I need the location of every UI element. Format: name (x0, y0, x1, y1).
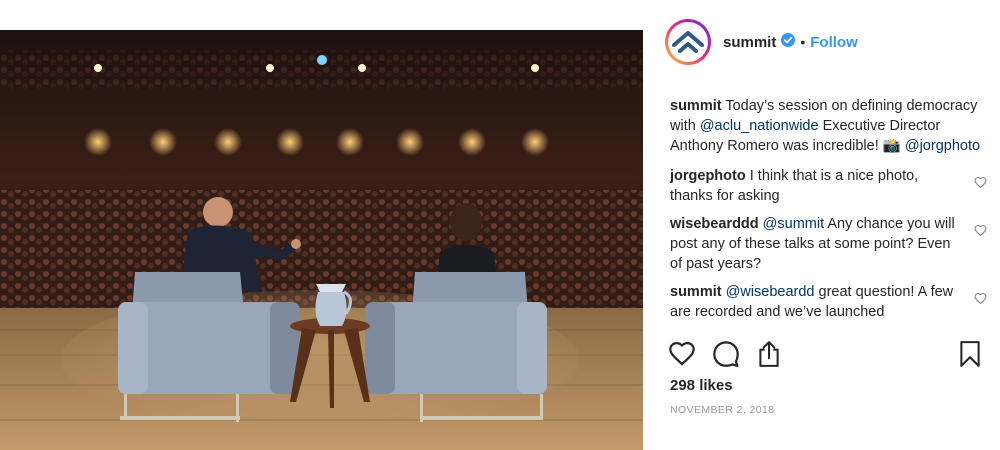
comment-item: summit @wisebeardd great question! A few… (670, 282, 987, 322)
caption-username[interactable]: summit (670, 98, 722, 114)
comment-like-heart-icon[interactable] (974, 290, 987, 310)
follow-button[interactable]: Follow (810, 34, 858, 51)
comment-item: jorgephoto I think that is a nice photo,… (670, 166, 987, 206)
post-photo[interactable] (0, 30, 643, 450)
verified-badge-icon (781, 32, 796, 52)
comment-username[interactable]: jorgephoto (670, 168, 746, 184)
comment-username[interactable]: summit (670, 284, 722, 300)
post-caption: summit Today’s session on defining democ… (670, 96, 985, 156)
likes-count[interactable]: 298 likes (670, 377, 733, 394)
avatar[interactable] (665, 19, 711, 65)
heart-icon[interactable] (668, 340, 696, 371)
post-date: NOVEMBER 2, 2018 (670, 404, 775, 416)
bookmark-icon[interactable] (959, 340, 981, 373)
comment-like-heart-icon[interactable] (974, 222, 987, 242)
post-side-panel: summit • Follow summit Today’s session o… (643, 0, 1000, 450)
comment-username[interactable]: wisebearddd (670, 216, 759, 232)
post-actions (668, 340, 988, 372)
post-header: summit • Follow (665, 14, 858, 70)
share-icon[interactable] (756, 340, 782, 373)
caption-mention-jorgphoto[interactable]: @jorgphoto (905, 138, 980, 154)
stage-photo-image (0, 30, 643, 450)
summit-logo-icon (672, 31, 704, 53)
post-username[interactable]: summit (723, 34, 776, 51)
comment-mention[interactable]: @wisebeardd (726, 284, 815, 300)
comment-icon[interactable] (712, 340, 740, 373)
comment-item: wisebearddd @summit Any chance you will … (670, 214, 987, 274)
comments-list: summit Today’s session on defining democ… (670, 96, 987, 330)
comment-mention[interactable]: @summit (763, 216, 824, 232)
comment-like-heart-icon[interactable] (974, 174, 987, 194)
separator-dot: • (800, 34, 806, 50)
caption-mention-aclu[interactable]: @aclu_nationwide (700, 118, 819, 134)
